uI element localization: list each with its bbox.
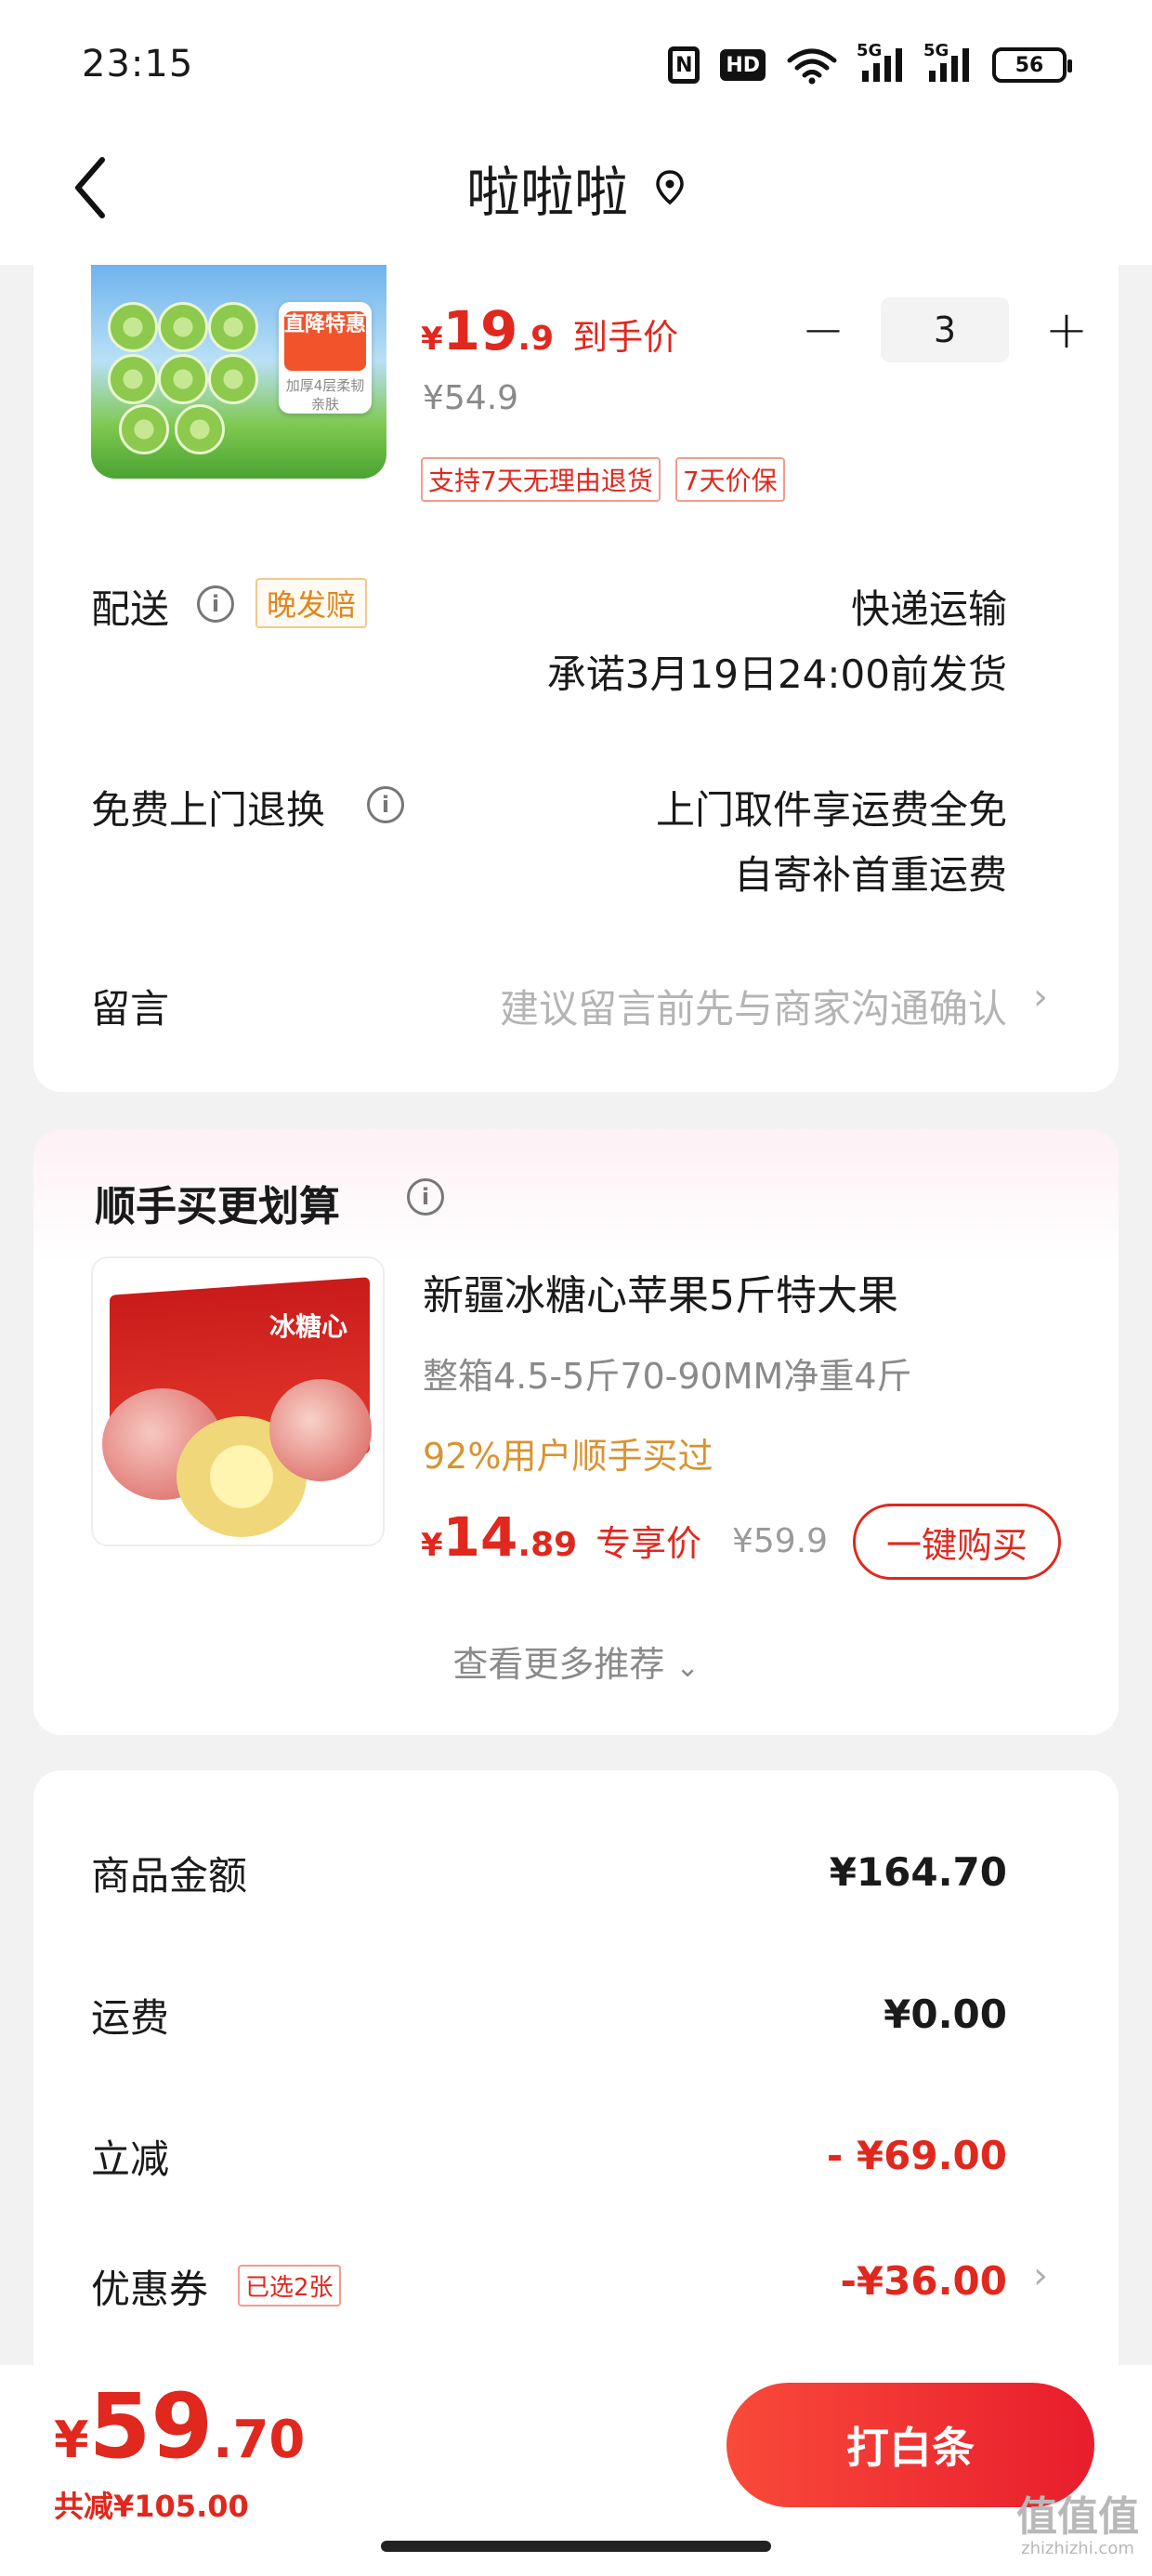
decrease-button[interactable]: −	[797, 300, 849, 361]
product-image-roll	[108, 302, 158, 352]
coupon-value[interactable]: -¥36.00	[840, 2258, 1007, 2304]
service-tag-return: 支持7天无理由退货	[421, 457, 661, 502]
apple-image	[269, 1379, 372, 1481]
total-saved: 共减¥105.00	[54, 2489, 249, 2524]
signal-icon-1: 5G	[857, 41, 905, 84]
goods-amount-value: ¥164.70	[829, 1849, 1007, 1895]
recommend-original-price: ¥59.9	[732, 1522, 829, 1560]
product-image-roll	[158, 354, 208, 404]
product-price: ¥ 19 .9 到手价	[421, 299, 679, 362]
delivery-method: 快递运输	[850, 586, 1007, 632]
product-image-roll	[175, 404, 225, 454]
delivery-promise: 承诺3月19日24:00前发货	[546, 651, 1007, 697]
product-image-roll	[208, 354, 258, 404]
page-title: 啦啦啦	[465, 161, 628, 224]
recommend-popularity: 92%用户顺手买过	[423, 1436, 713, 1477]
service-tags: 支持7天无理由退货 7天价保	[421, 457, 785, 502]
recommend-product-image[interactable]: 冰糖心	[91, 1256, 385, 1546]
increase-button[interactable]: +	[1041, 300, 1093, 361]
product-image[interactable]: 直降特惠 加厚4层柔韧亲肤	[91, 265, 386, 479]
price-label: 专享价	[596, 1523, 702, 1564]
status-icons: N HD 5G 5G 56	[668, 41, 1072, 85]
battery-icon: 56	[992, 47, 1072, 83]
total-price: ¥ 59 .70	[54, 2374, 306, 2478]
delivery-label: 配送	[91, 586, 170, 632]
watermark: 值值值 zhizhizhi.com	[1016, 2493, 1139, 2559]
info-icon[interactable]: i	[197, 585, 234, 623]
quantity-field[interactable]: 3	[881, 297, 1009, 362]
return-label: 免费上门退换	[91, 787, 326, 833]
original-price: ¥54.9	[423, 379, 519, 417]
discount-value: - ¥69.00	[826, 2133, 1007, 2178]
message-input[interactable]: 建议留言前先与商家沟通确认	[500, 978, 1007, 1034]
shipping-value: ¥0.00	[884, 1991, 1007, 2037]
one-click-buy-button[interactable]: 一键购买	[853, 1504, 1061, 1580]
chevron-down-icon: ⌄	[675, 1651, 700, 1684]
product-image-roll	[158, 302, 208, 352]
product-image-roll	[119, 404, 169, 454]
status-bar: 23:15 N HD 5G 5G 56	[0, 0, 1152, 130]
nfc-icon: N	[668, 46, 700, 84]
coupon-selected-badge: 已选2张	[238, 2265, 341, 2307]
location-pin-icon	[656, 170, 684, 205]
goods-amount-label: 商品金额	[91, 1853, 248, 1899]
status-time: 23:15	[82, 43, 194, 85]
late-compensation-badge: 晚发赔	[255, 578, 368, 628]
chevron-right-icon[interactable]: ›	[1033, 2254, 1048, 2297]
return-line2: 自寄补首重运费	[733, 852, 1007, 898]
recommend-product-subtitle: 整箱4.5-5斤70-90MM净重4斤	[423, 1356, 912, 1397]
discount-label: 立减	[91, 2136, 170, 2182]
hd-voice-icon: HD	[720, 49, 766, 81]
title-area[interactable]: 啦啦啦	[0, 151, 1152, 225]
more-recommendations-link[interactable]: 查看更多推荐 ⌄	[0, 1636, 1152, 1687]
recommendation-title: 顺手买更划算	[95, 1183, 340, 1230]
price-label: 到手价	[572, 317, 679, 358]
return-line1: 上门取件享运费全免	[655, 787, 1007, 833]
coupon-label: 优惠券	[91, 2267, 209, 2312]
product-image-roll	[108, 354, 158, 404]
shipping-label: 运费	[91, 1995, 170, 2041]
wifi-icon	[786, 46, 838, 85]
home-indicator[interactable]	[381, 2541, 771, 2552]
product-image-badge: 直降特惠 加厚4层柔韧亲肤	[279, 302, 372, 414]
pay-baitiao-button[interactable]: 打白条	[727, 2383, 1094, 2507]
recommend-product-title[interactable]: 新疆冰糖心苹果5斤特大果	[423, 1262, 898, 1321]
service-tag-price-protect: 7天价保	[674, 457, 785, 502]
info-icon[interactable]: i	[407, 1178, 444, 1216]
message-label: 留言	[91, 986, 170, 1032]
signal-icon-2: 5G	[923, 41, 972, 84]
info-icon[interactable]: i	[367, 786, 404, 823]
product-image-roll	[208, 302, 258, 352]
quantity-stepper: − 3 +	[797, 297, 1093, 362]
recommend-price: ¥ 14 .89 专享价	[421, 1505, 702, 1569]
chevron-right-icon[interactable]: ›	[1033, 976, 1048, 1019]
